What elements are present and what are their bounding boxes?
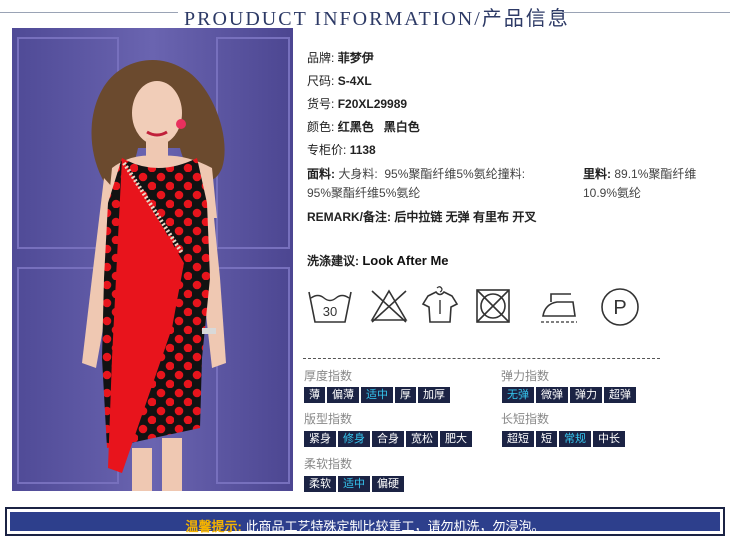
lining-value-2: 10.9%氨纶 [583,186,642,200]
header-rule-right [552,12,730,13]
fit-options: 紧身 修身 合身 宽松 肥大 [304,431,472,447]
color-row: 颜色: 红黑色 黑白色 [307,118,420,135]
length-options: 超短短常规 中长 [502,431,625,447]
elasticity-option: 超弹 [604,387,636,403]
length-option: 中长 [593,431,625,447]
divider [303,358,660,359]
footer-text: 温馨提示: 此商品工艺特殊定制比较重工，请勿机洗，勿浸泡。 [10,516,720,535]
remark-value: 后中拉链 无弹 有里布 开叉 [394,210,537,224]
fit-option: 宽松 [406,431,438,447]
fit-option: 肥大 [440,431,472,447]
color-label: 颜色: [307,120,335,134]
page-title: PROUDUCT INFORMATION/产品信息 [184,8,570,30]
hang-dry-icon [420,286,460,331]
fabric-label: 面料: [307,167,335,181]
remark-label: REMARK/备注: [307,210,391,224]
elasticity-option: 弹力 [570,387,602,403]
no-bleach-icon [369,286,409,331]
fabric-line-1: 面料: 大身料: 95%聚酯纤维5%氨纶撞料: [307,165,525,182]
thickness-option: 偏薄 [327,387,359,403]
brand-label: 品牌: [307,51,335,65]
remark-row: REMARK/备注: 后中拉链 无弹 有里布 开叉 [307,208,536,225]
length-option: 超短 [502,431,534,447]
dry-clean-p-icon: P [599,286,641,333]
wash-30-icon: 30 [307,286,353,331]
elasticity-option: 无弹 [502,387,534,403]
footer-band: 温馨提示: 此商品工艺特殊定制比较重工，请勿机洗，勿浸泡。 [10,512,720,534]
size-label: 尺码: [307,74,335,88]
lining-line-2: 10.9%氨纶 [583,184,641,201]
sku-row: 货号: F20XL29989 [307,95,407,112]
care-label: 洗涤建议: [307,254,359,268]
thickness-option: 加厚 [418,387,450,403]
lining-line-1: 里料: 89.1%聚酯纤维 [583,165,696,182]
care-icons: 30 P [303,286,663,332]
footer-warn-label: 温馨提示: [185,519,242,534]
price-row: 专柜价: 1138 [307,141,376,158]
length-title: 长短指数 [501,412,550,426]
size-row: 尺码: S-4XL [307,72,372,89]
softness-options: 柔软 适中 偏硬 [304,476,404,492]
care-value: Look After Me [362,253,449,268]
elasticity-option: 微弹 [536,387,568,403]
thickness-option: 厚 [395,387,416,403]
fabric-value-1: 大身料: 95%聚酯纤维5%氨纶撞料: [338,167,526,181]
brand-value: 菲梦伊 [337,51,374,65]
footer-message: 此商品工艺特殊定制比较重工，请勿机洗，勿浸泡。 [245,519,545,534]
thickness-title: 厚度指数 [304,369,353,383]
sku-label: 货号: [307,97,335,111]
softness-option: 柔软 [304,476,336,492]
fabric-line-2: 95%聚酯纤维5%氨纶 [307,184,420,201]
thickness-option: 薄 [304,387,325,403]
fit-option: 合身 [372,431,404,447]
header-rule-left [0,12,178,13]
footer-notice: 温馨提示: 此商品工艺特殊定制比较重工，请勿机洗，勿浸泡。 [5,507,725,536]
length-option: 常规 [559,431,591,447]
iron-icon [537,286,581,331]
thickness-option: 适中 [361,387,393,403]
sku-value: F20XL29989 [337,97,408,111]
thickness-options: 薄偏薄 适中厚加厚 [304,387,450,403]
softness-option: 偏硬 [372,476,404,492]
fit-option: 修身 [338,431,370,447]
elasticity-title: 弹力指数 [501,369,550,383]
price-label: 专柜价: [307,143,347,157]
lining-value-1: 89.1%聚酯纤维 [614,167,697,181]
softness-title: 柔软指数 [304,457,353,471]
fit-option: 紧身 [304,431,336,447]
svg-text:30: 30 [323,304,337,319]
no-tumble-dry-icon [473,286,513,331]
lining-label: 里料: [583,167,611,181]
softness-option: 适中 [338,476,370,492]
brand-row: 品牌: 菲梦伊 [307,49,374,66]
color-value: 红黑色 黑白色 [337,120,420,134]
product-photo [12,28,293,491]
elasticity-options: 无弹 微弹 弹力 超弹 [502,387,636,403]
fabric-value-2: 95%聚酯纤维5%氨纶 [307,186,421,200]
size-value: S-4XL [337,74,372,88]
length-option: 短 [536,431,557,447]
svg-text:P: P [613,297,626,319]
fit-title: 版型指数 [304,412,353,426]
price-value: 1138 [349,143,376,157]
care-row: 洗涤建议: Look After Me [307,252,449,269]
